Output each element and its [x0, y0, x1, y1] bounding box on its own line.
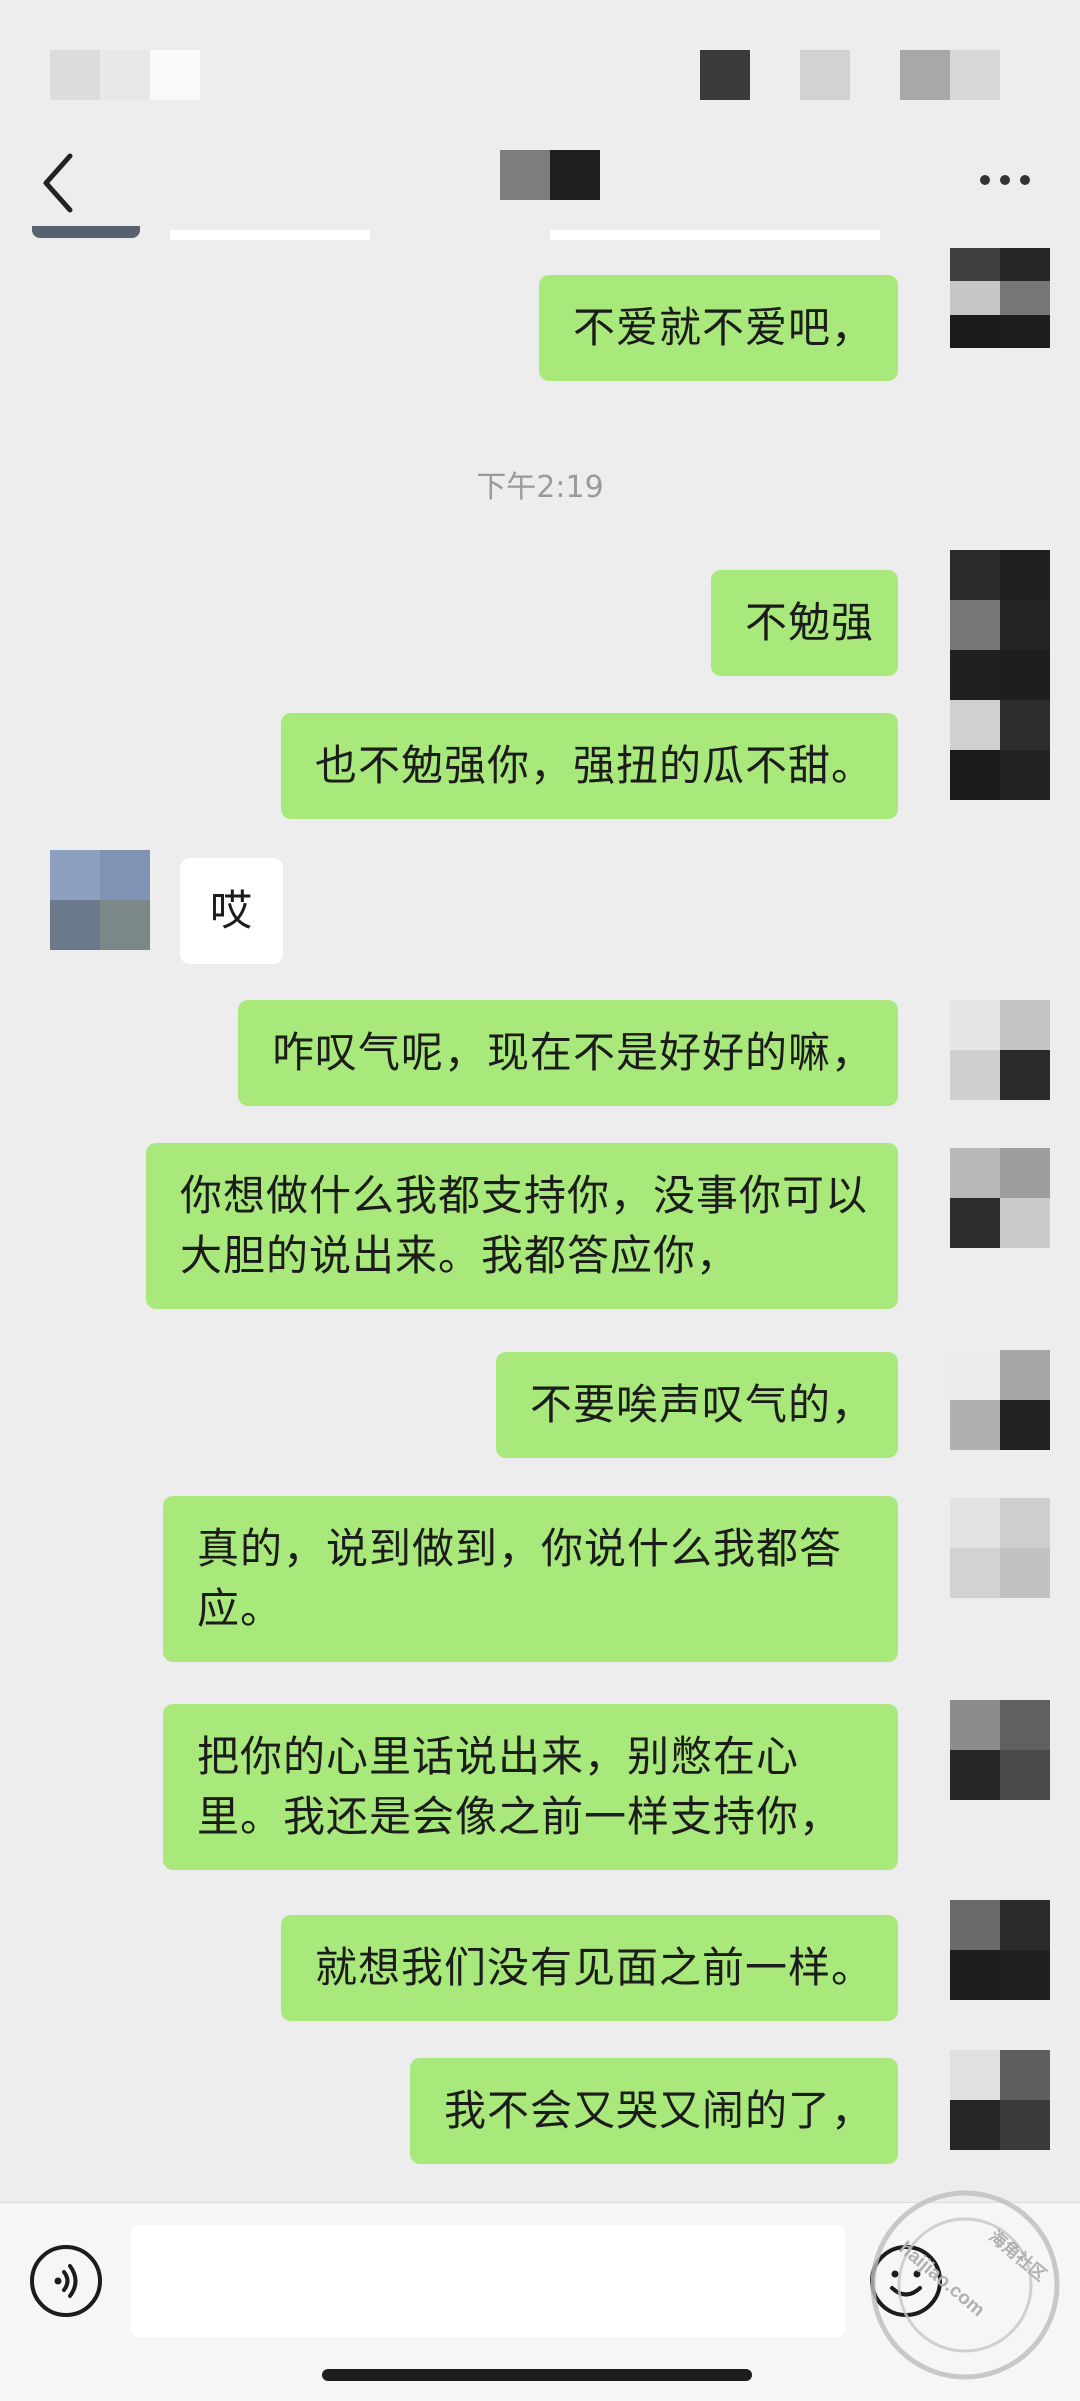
message-text: 我不会又哭又闹的了， [443, 2086, 874, 2135]
message-bubble-sent[interactable]: 我不会又哭又闹的了， [409, 2058, 898, 2164]
message-bubble-sent[interactable]: 不要唉声叹气的， [495, 1352, 898, 1458]
my-avatar[interactable] [950, 550, 1050, 800]
my-avatar[interactable] [950, 1148, 1050, 1248]
message-text: 哎 [210, 886, 254, 935]
message-text: 咋叹气呢，现在不是好好的嘛， [271, 1028, 874, 1077]
contact-avatar[interactable] [50, 850, 150, 950]
battery-icon [950, 50, 1000, 100]
status-time-mosaic [150, 50, 200, 100]
message-bubble-received[interactable]: 哎 [180, 858, 284, 964]
message-text: 真的，说到做到，你说什么我都答应。 [197, 1524, 843, 1633]
my-avatar[interactable] [950, 2050, 1050, 2150]
my-avatar[interactable] [950, 1900, 1050, 2000]
my-avatar[interactable] [950, 1350, 1050, 1450]
watermark-text: haijiao.com [895, 2238, 989, 2321]
message-bubble-sent[interactable]: 不爱就不爱吧， [538, 275, 898, 381]
wifi-icon [800, 50, 850, 100]
message-bubble-sent[interactable]: 不勉强 [710, 570, 898, 676]
message-bubble-sent[interactable]: 就想我们没有见面之前一样。 [280, 1915, 898, 2021]
voice-icon[interactable] [28, 2243, 104, 2319]
ellipsis-icon[interactable] [975, 150, 1035, 210]
message-bubble-sent[interactable]: 你想做什么我都支持你，没事你可以大胆的说出来。我都答应你， [146, 1143, 898, 1309]
my-avatar[interactable] [950, 1000, 1050, 1100]
partial-bubble [550, 230, 880, 240]
partial-bubble [170, 230, 370, 240]
message-text: 把你的心里话说出来，别憋在心里。我还是会像之前一样支持你， [197, 1732, 843, 1841]
status-time-mosaic [50, 50, 100, 100]
message-bubble-sent[interactable]: 也不勉强你，强扭的瓜不甜。 [280, 713, 898, 819]
status-time-mosaic [100, 50, 150, 100]
message-text: 你想做什么我都支持你，没事你可以大胆的说出来。我都答应你， [180, 1171, 869, 1280]
home-indicator [322, 2369, 752, 2381]
chat-header [0, 130, 1080, 240]
battery-icon [900, 50, 950, 100]
message-text: 不爱就不爱吧， [572, 303, 874, 352]
message-input[interactable] [130, 2225, 846, 2337]
message-timestamp: 下午2:19 [476, 470, 604, 505]
status-bar [0, 0, 1080, 130]
my-avatar[interactable] [950, 1700, 1050, 1800]
message-bubble-sent[interactable]: 把你的心里话说出来，别憋在心里。我还是会像之前一样支持你， [163, 1704, 898, 1870]
chevron-left-icon[interactable] [38, 148, 78, 218]
message-text: 不要唉声叹气的， [529, 1380, 874, 1429]
message-text: 也不勉强你，强扭的瓜不甜。 [314, 741, 874, 790]
my-avatar[interactable] [950, 1498, 1050, 1598]
partial-avatar [32, 226, 140, 238]
message-text: 就想我们没有见面之前一样。 [314, 1943, 874, 1992]
watermark-stamp: 海角社区 haijiao.com [870, 2190, 1060, 2380]
message-bubble-sent[interactable]: 真的，说到做到，你说什么我都答应。 [163, 1496, 898, 1662]
my-avatar[interactable] [950, 248, 1050, 348]
message-text: 不勉强 [744, 598, 874, 647]
signal-icon [700, 50, 750, 100]
contact-name-mosaic [500, 150, 600, 200]
message-bubble-sent[interactable]: 咋叹气呢，现在不是好好的嘛， [237, 1000, 898, 1106]
